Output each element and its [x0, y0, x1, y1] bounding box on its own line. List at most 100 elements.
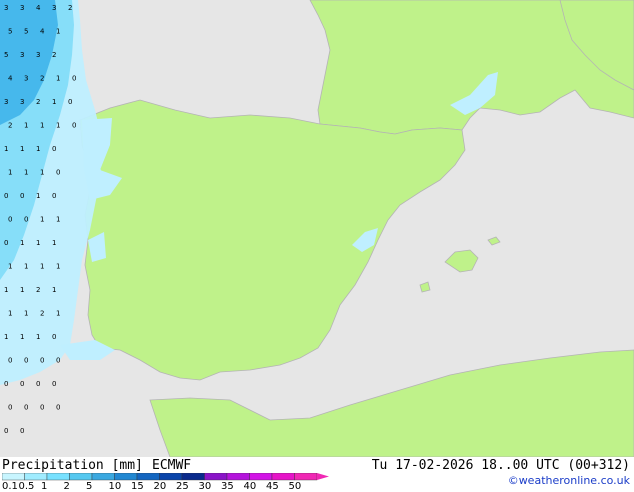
scale-label: 50 — [288, 481, 302, 492]
grid-value: 1 — [20, 286, 24, 294]
grid-value: 1 — [20, 333, 24, 341]
grid-value: 1 — [40, 216, 44, 224]
scale-cell — [249, 473, 273, 481]
grid-value: 1 — [4, 333, 8, 341]
footer-bar: Precipitation [mm] ECMWF Tu 17-02-2026 1… — [0, 457, 634, 492]
grid-value: 1 — [8, 310, 12, 318]
grid-value: 1 — [24, 122, 28, 130]
grid-value: 1 — [4, 286, 8, 294]
grid-value: 0 — [52, 333, 56, 341]
grid-value: 0 — [72, 75, 76, 83]
grid-value: 2 — [68, 4, 72, 12]
grid-value: 0 — [52, 380, 56, 388]
scale-label: 5 — [86, 481, 93, 492]
grid-value: 5 — [24, 28, 28, 36]
grid-value: 1 — [36, 192, 40, 200]
grid-value: 1 — [56, 310, 60, 318]
scale-cell — [136, 473, 160, 481]
grid-value: 2 — [52, 51, 56, 59]
grid-value: 3 — [4, 98, 8, 106]
scale-label: 2 — [63, 481, 70, 492]
grid-value: 0 — [40, 404, 44, 412]
grid-value: 0 — [24, 404, 28, 412]
grid-value: 3 — [36, 51, 40, 59]
grid-value: 3 — [20, 98, 24, 106]
scale-cell — [114, 473, 138, 481]
grid-value: 0 — [52, 145, 56, 153]
scale-cell — [226, 473, 250, 481]
grid-value: 0 — [20, 380, 24, 388]
grid-value: 1 — [56, 75, 60, 83]
grid-value: 1 — [40, 122, 44, 130]
grid-value: 4 — [8, 75, 13, 83]
grid-value: 0 — [68, 98, 72, 106]
scale-cell — [271, 473, 295, 481]
model-name: ECMWF — [152, 458, 192, 473]
scale-arrow — [317, 473, 329, 480]
scale-cell — [159, 473, 183, 481]
grid-value: 0 — [52, 192, 56, 200]
grid-value: 1 — [24, 263, 28, 271]
grid-value: 1 — [40, 263, 44, 271]
scale-label: 40 — [243, 481, 257, 492]
scale-label: 1 — [41, 481, 48, 492]
scale-cell — [46, 473, 70, 481]
scale-label: 25 — [176, 481, 189, 492]
grid-value: 1 — [52, 286, 56, 294]
grid-value: 0 — [56, 404, 60, 412]
grid-value: 5 — [8, 28, 12, 36]
scale-label: 0.1 — [2, 481, 18, 492]
grid-value: 0 — [4, 427, 8, 435]
grid-value: 0 — [72, 122, 76, 130]
grid-value: 0 — [20, 192, 24, 200]
grid-value: 3 — [20, 4, 24, 12]
grid-value: 1 — [36, 239, 40, 247]
grid-value: 0 — [40, 357, 44, 365]
color-scale-bar — [2, 473, 329, 481]
grid-value: 2 — [36, 98, 40, 106]
grid-value: 0 — [56, 169, 60, 177]
grid-value: 1 — [52, 98, 56, 106]
grid-value: 0 — [8, 357, 12, 365]
scale-cell — [24, 473, 48, 481]
grid-value: 2 — [40, 75, 44, 83]
scale-label: 20 — [153, 481, 167, 492]
valid-datetime: Tu 17-02-2026 18..00 UTC (00+312) — [371, 458, 630, 473]
grid-value: 0 — [36, 380, 40, 388]
grid-value: 3 — [20, 51, 24, 59]
precipitation-map[interactable]: 3 3 4 3 2 5 5 4 1 5 3 3 2 4 3 2 1 0 3 3 2 1 0 2 1 1 1 0 1 1 1 0 1 1 1 0 0 0 1 0… — [0, 0, 634, 457]
grid-value: 4 — [36, 4, 41, 12]
grid-value: 4 — [40, 28, 45, 36]
grid-value: 5 — [4, 51, 8, 59]
grid-value: 1 — [56, 216, 60, 224]
product-title: Precipitation [mm] — [2, 458, 143, 473]
grid-value: 2 — [36, 286, 40, 294]
grid-value: 0 — [24, 357, 28, 365]
grid-value: 1 — [56, 263, 60, 271]
grid-value: 3 — [52, 4, 56, 12]
grid-value: 1 — [52, 239, 56, 247]
grid-value: 0 — [8, 404, 12, 412]
scale-label: 35 — [221, 481, 234, 492]
scale-label: 0.5 — [18, 481, 35, 492]
grid-value: 0 — [4, 239, 8, 247]
grid-value: 0 — [20, 427, 24, 435]
credit-text[interactable]: ©weatheronline.co.uk — [508, 474, 630, 487]
grid-value: 1 — [8, 263, 12, 271]
scale-cell — [294, 473, 318, 481]
scale-cell — [2, 473, 25, 481]
grid-value: 0 — [56, 357, 60, 365]
grid-value: 3 — [24, 75, 28, 83]
grid-value: 1 — [20, 145, 24, 153]
grid-value: 3 — [4, 4, 8, 12]
grid-value: 0 — [4, 192, 8, 200]
scale-cell — [91, 473, 115, 481]
scale-label: 10 — [108, 481, 122, 492]
grid-value: 1 — [56, 28, 60, 36]
grid-value: 1 — [24, 310, 28, 318]
scale-cell — [204, 473, 228, 481]
grid-value: 2 — [8, 122, 12, 130]
grid-value: 1 — [24, 169, 28, 177]
scale-label: 30 — [198, 481, 212, 492]
scale-cell — [181, 473, 205, 481]
